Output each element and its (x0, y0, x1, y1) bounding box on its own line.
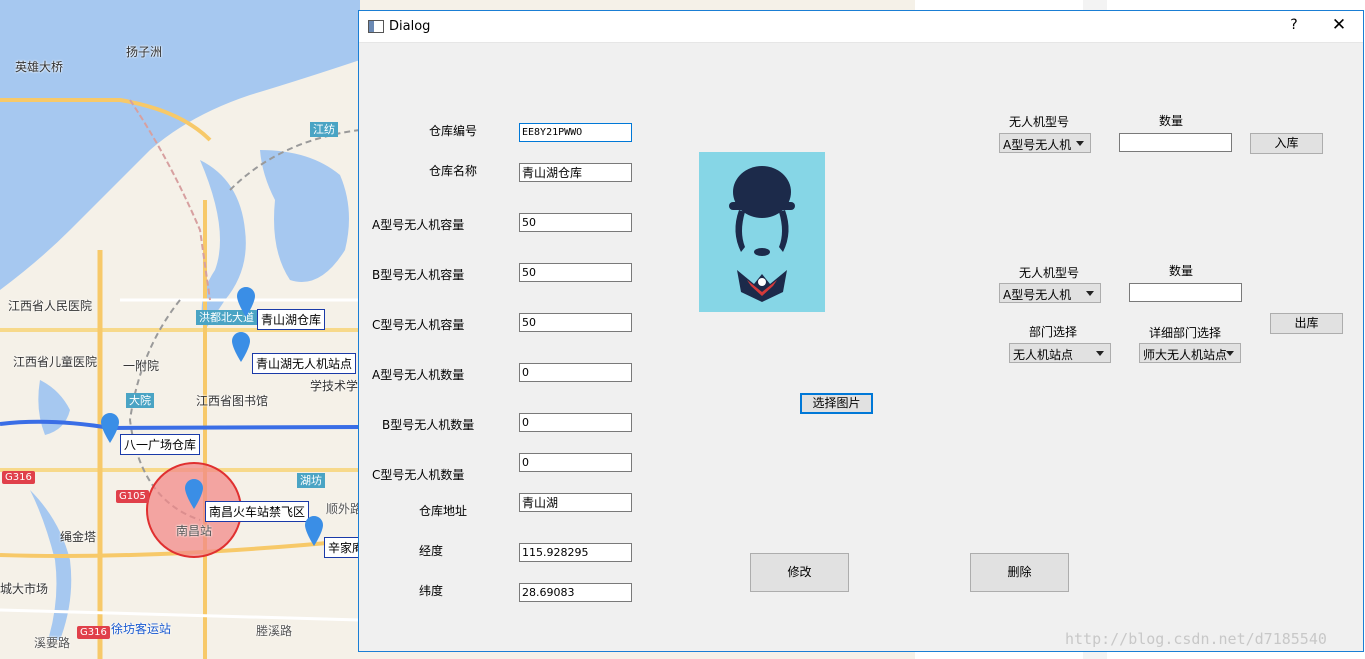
place-label: 英雄大桥 (15, 60, 64, 74)
inbound-qty-label: 数量 (1159, 114, 1184, 128)
warehouse-id-field[interactable]: EE8Y21PWWO (519, 123, 632, 142)
delete-button[interactable]: 删除 (970, 553, 1069, 592)
c-count-label: C型号无人机数量 (372, 468, 465, 482)
a-count-field[interactable]: 0 (519, 363, 632, 382)
dept-select[interactable]: 无人机站点 (1009, 343, 1111, 363)
b-capacity-field[interactable]: 50 (519, 263, 632, 282)
c-capacity-label: C型号无人机容量 (372, 318, 465, 332)
marker-label[interactable]: 青山湖无人机站点 (252, 353, 357, 374)
chevron-down-icon (1086, 291, 1094, 296)
highway-tag: G316 (77, 626, 110, 639)
address-field[interactable]: 青山湖 (519, 493, 632, 512)
inbound-model-label: 无人机型号 (1009, 115, 1070, 129)
place-label: 城大市场 (0, 582, 49, 596)
outbound-qty-label: 数量 (1169, 264, 1194, 278)
map-marker-icon[interactable] (101, 413, 119, 443)
road-label: 塍溪路 (256, 624, 293, 638)
place-label: 学技术学 (310, 379, 359, 393)
warehouse-name-label: 仓库名称 (429, 164, 478, 178)
outbound-model-label: 无人机型号 (1019, 266, 1080, 280)
station-tag: 大院 (126, 393, 154, 408)
place-label: 绳金塔 (60, 530, 97, 544)
window-icon (368, 20, 384, 33)
b-count-label: B型号无人机数量 (382, 418, 475, 432)
a-count-label: A型号无人机数量 (372, 368, 465, 382)
modify-button[interactable]: 修改 (750, 553, 849, 592)
map-marker-icon[interactable] (232, 332, 250, 362)
dialog-title: Dialog (389, 19, 431, 34)
detail-dept-select[interactable]: 师大无人机站点 (1139, 343, 1241, 363)
map-marker-icon[interactable] (237, 287, 255, 317)
dialog-titlebar[interactable]: Dialog ? ✕ (359, 11, 1363, 43)
map-marker-icon[interactable] (305, 516, 323, 546)
warehouse-dialog: Dialog ? ✕ 仓库编号 EE8Y21PWWO 仓库名称 青山湖仓库 A型… (358, 10, 1364, 652)
c-capacity-field[interactable]: 50 (519, 313, 632, 332)
watermark: http://blog.csdn.net/d7185540 (1065, 630, 1327, 648)
latitude-label: 纬度 (419, 584, 444, 598)
road-label: 南昌站 (176, 524, 213, 538)
b-capacity-label: B型号无人机容量 (372, 268, 465, 282)
chevron-down-icon (1226, 351, 1234, 356)
latitude-field[interactable]: 28.69083 (519, 583, 632, 602)
marker-label[interactable]: 南昌火车站禁飞区 (205, 501, 310, 522)
chevron-down-icon (1076, 141, 1084, 146)
marker-label[interactable]: 青山湖仓库 (257, 309, 326, 330)
highway-tag: G316 (2, 471, 35, 484)
highway-tag: G105 (116, 490, 149, 503)
outbound-model-select[interactable]: A型号无人机 (999, 283, 1101, 303)
road-label: 徐坊客运站 (111, 622, 172, 636)
warehouse-image (699, 152, 825, 312)
warehouse-id-label: 仓库编号 (429, 124, 478, 138)
a-capacity-label: A型号无人机容量 (372, 218, 465, 232)
inbound-button[interactable]: 入库 (1250, 133, 1323, 154)
dept-label: 部门选择 (1029, 325, 1078, 339)
marker-label[interactable]: 八一广场仓库 (120, 434, 201, 455)
detail-dept-label: 详细部门选择 (1149, 326, 1222, 340)
help-button[interactable]: ? (1284, 17, 1304, 33)
place-label: 江西省图书馆 (196, 394, 269, 408)
chevron-down-icon (1096, 351, 1104, 356)
station-tag: 湖坊 (297, 473, 325, 488)
inbound-model-select[interactable]: A型号无人机 (999, 133, 1091, 153)
choose-image-button[interactable]: 选择图片 (800, 393, 873, 414)
outbound-qty-field[interactable] (1129, 283, 1242, 302)
outbound-button[interactable]: 出库 (1270, 313, 1343, 334)
place-label: 江西省儿童医院 (13, 355, 98, 369)
place-label: 江西省人民医院 (8, 299, 93, 313)
c-count-field[interactable]: 0 (519, 453, 632, 472)
map-marker-icon[interactable] (185, 479, 203, 509)
longitude-label: 经度 (419, 544, 444, 558)
road-label: 溪要路 (34, 636, 71, 650)
address-label: 仓库地址 (419, 504, 468, 518)
place-label: 一附院 (123, 359, 160, 373)
place-label: 扬子洲 (126, 45, 163, 59)
longitude-field[interactable]: 115.928295 (519, 543, 632, 562)
close-button[interactable]: ✕ (1329, 15, 1349, 35)
place-label: 顺外路 (326, 502, 363, 516)
warehouse-name-field[interactable]: 青山湖仓库 (519, 163, 632, 182)
inbound-qty-field[interactable] (1119, 133, 1232, 152)
b-count-field[interactable]: 0 (519, 413, 632, 432)
station-tag: 江纺 (310, 122, 338, 137)
a-capacity-field[interactable]: 50 (519, 213, 632, 232)
